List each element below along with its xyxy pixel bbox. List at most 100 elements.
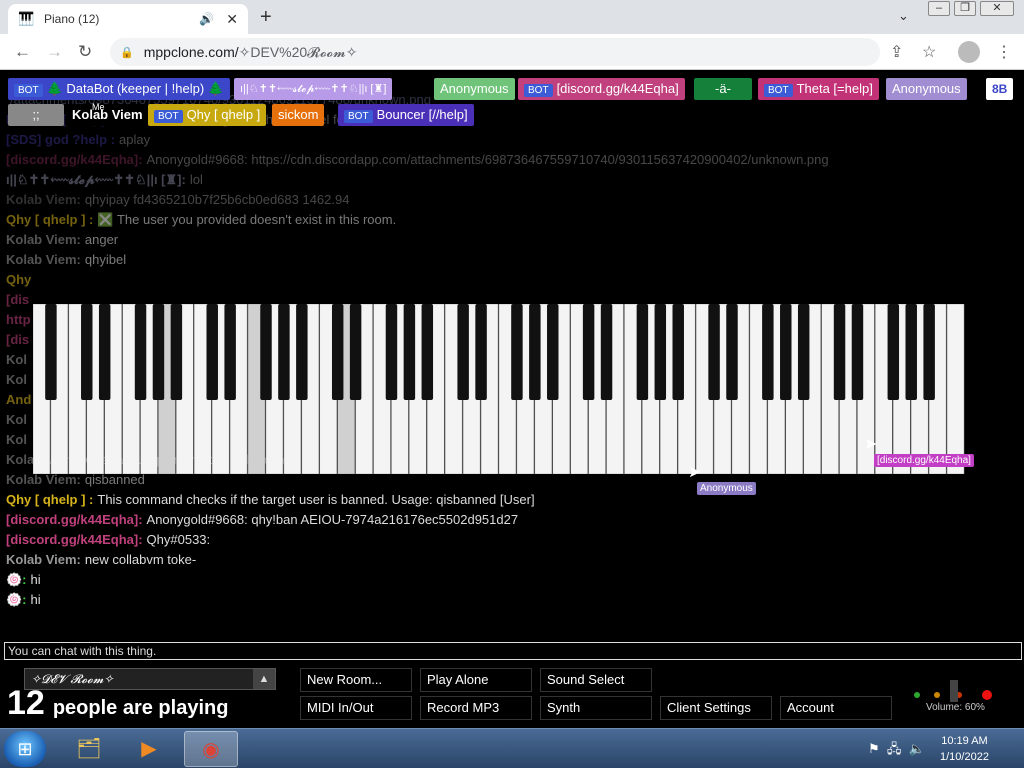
- participant-chip[interactable]: 8B: [986, 78, 1014, 100]
- back-icon[interactable]: ←: [14, 42, 31, 62]
- black-key[interactable]: [98, 304, 111, 400]
- client-settings-button[interactable]: Client Settings: [660, 696, 772, 720]
- participant-chip[interactable]: BOT Qhy [ qhelp ]: [148, 104, 267, 126]
- black-key[interactable]: [331, 304, 344, 400]
- lock-icon[interactable]: 🔒: [120, 46, 134, 59]
- piano-room-page: /attachments/698736467559710740/93011248…: [0, 70, 1024, 728]
- chat-author: [discord.gg/k44Eqha]:: [6, 532, 143, 547]
- participant-chip[interactable]: BOT 🌲 DataBot (keeper | !help) 🌲: [8, 78, 230, 100]
- start-button[interactable]: ⊞: [4, 731, 46, 767]
- black-key[interactable]: [726, 304, 738, 400]
- volume-knob[interactable]: [950, 680, 958, 702]
- chat-text: ❎ The user you provided doesn't exist in…: [97, 212, 397, 227]
- black-key[interactable]: [923, 304, 935, 400]
- participant-chip-self[interactable]: Kolab Viem: [66, 104, 149, 126]
- participant-chip[interactable]: Anonymous: [886, 78, 967, 100]
- chat-author: [dis: [6, 292, 30, 307]
- record-mp3-button[interactable]: Record MP3: [420, 696, 532, 720]
- black-key[interactable]: [403, 304, 416, 400]
- audio-playing-icon[interactable]: 🔊: [199, 12, 214, 26]
- participant-chip[interactable]: sickom: [272, 104, 325, 126]
- maximize-button[interactable]: ❐: [954, 1, 976, 16]
- volume-icon[interactable]: 🔈: [909, 741, 925, 756]
- black-key[interactable]: [797, 304, 810, 400]
- user-cursor-icon: ➤: [864, 436, 878, 453]
- black-key[interactable]: [672, 304, 684, 400]
- black-key[interactable]: [349, 304, 362, 400]
- participant-chip[interactable]: Anonymous: [434, 78, 515, 100]
- profile-avatar[interactable]: [958, 41, 980, 63]
- black-key[interactable]: [134, 304, 147, 400]
- browser-tab[interactable]: 🎹 Piano (12) 🔊 ✕: [8, 4, 248, 34]
- black-key[interactable]: [260, 304, 272, 400]
- piano-keyboard[interactable]: [33, 304, 965, 474]
- black-key[interactable]: [905, 304, 917, 400]
- black-key[interactable]: [45, 304, 57, 400]
- black-key[interactable]: [708, 304, 720, 400]
- black-key[interactable]: [475, 304, 487, 400]
- participant-chip[interactable]: ;;: [8, 104, 64, 126]
- black-key[interactable]: [170, 304, 183, 400]
- account-button[interactable]: Account: [780, 696, 892, 720]
- black-key[interactable]: [547, 304, 559, 400]
- black-key[interactable]: [833, 304, 846, 400]
- menu-dots-icon[interactable]: ⋮: [996, 42, 1012, 62]
- file-explorer-icon[interactable]: 🗂: [62, 731, 116, 767]
- black-key[interactable]: [582, 304, 595, 400]
- piano-keys[interactable]: [33, 304, 965, 474]
- black-key[interactable]: [457, 304, 469, 400]
- play-alone-button[interactable]: Play Alone: [420, 668, 532, 692]
- black-key[interactable]: [636, 304, 649, 400]
- synth-button[interactable]: Synth: [540, 696, 652, 720]
- sound-select-button[interactable]: Sound Select: [540, 668, 652, 692]
- minimize-button[interactable]: –: [928, 1, 950, 16]
- action-center-icon[interactable]: ⚑: [868, 741, 880, 756]
- black-key[interactable]: [385, 304, 398, 400]
- new-room-button[interactable]: New Room...: [300, 668, 412, 692]
- bot-badge: BOT: [764, 84, 793, 97]
- reload-icon[interactable]: ↻: [78, 42, 92, 62]
- black-key[interactable]: [152, 304, 165, 400]
- chat-author: Qhy: [6, 272, 32, 287]
- black-key[interactable]: [654, 304, 667, 400]
- url-path: ✧DEV%20𝓡𝓸𝓸𝓶✧: [238, 43, 358, 60]
- chat-author: Kolab Viem:: [6, 472, 81, 487]
- black-key[interactable]: [780, 304, 792, 400]
- chat-message: Kolab Viem: qhyibel: [6, 250, 1016, 270]
- white-key[interactable]: [946, 304, 965, 474]
- close-window-button[interactable]: ✕: [980, 1, 1014, 16]
- close-tab-icon[interactable]: ✕: [226, 11, 238, 28]
- black-key[interactable]: [224, 304, 236, 400]
- black-key[interactable]: [762, 304, 774, 400]
- participant-chip[interactable]: -ä-: [694, 78, 752, 100]
- tab-search-icon[interactable]: ⌄: [898, 8, 909, 24]
- black-key[interactable]: [296, 304, 308, 400]
- clock[interactable]: 10:19 AM 1/10/2022: [940, 733, 989, 765]
- black-key[interactable]: [206, 304, 218, 400]
- black-key[interactable]: [600, 304, 613, 400]
- participant-chip[interactable]: ı||♘✝✝⬳𝓼𝓽𝓮𝓹⬳✝✝♘||ı [♜]: [234, 78, 393, 100]
- midi-button[interactable]: MIDI In/Out: [300, 696, 412, 720]
- address-bar[interactable]: 🔒 mppclone.com/ ✧DEV%20𝓡𝓸𝓸𝓶✧: [110, 38, 880, 66]
- share-icon[interactable]: ⇪: [890, 42, 903, 62]
- black-key[interactable]: [887, 304, 900, 400]
- participant-chip[interactable]: BOT Theta [=help]: [758, 78, 879, 100]
- media-player-icon[interactable]: ▶: [122, 731, 176, 767]
- player-count: 12 people are playing: [7, 684, 228, 723]
- chat-input[interactable]: You can chat with this thing.: [4, 642, 1022, 660]
- black-key[interactable]: [278, 304, 290, 400]
- participant-chip[interactable]: BOT Bouncer [//help]: [338, 104, 474, 126]
- chat-author: Kol: [6, 412, 27, 427]
- bookmark-star-icon[interactable]: ☆: [922, 42, 936, 62]
- black-key[interactable]: [421, 304, 434, 400]
- room-dropdown-arrow-icon[interactable]: ▲: [253, 669, 275, 689]
- black-key[interactable]: [529, 304, 541, 400]
- forward-icon[interactable]: →: [46, 42, 63, 62]
- participant-chip[interactable]: BOT [discord.gg/k44Eqha]: [518, 78, 685, 100]
- black-key[interactable]: [511, 304, 523, 400]
- network-icon[interactable]: 🖧: [887, 741, 902, 756]
- new-tab-button[interactable]: +: [260, 6, 272, 29]
- black-key[interactable]: [851, 304, 864, 400]
- chrome-icon[interactable]: ◉: [184, 731, 238, 767]
- black-key[interactable]: [81, 304, 93, 400]
